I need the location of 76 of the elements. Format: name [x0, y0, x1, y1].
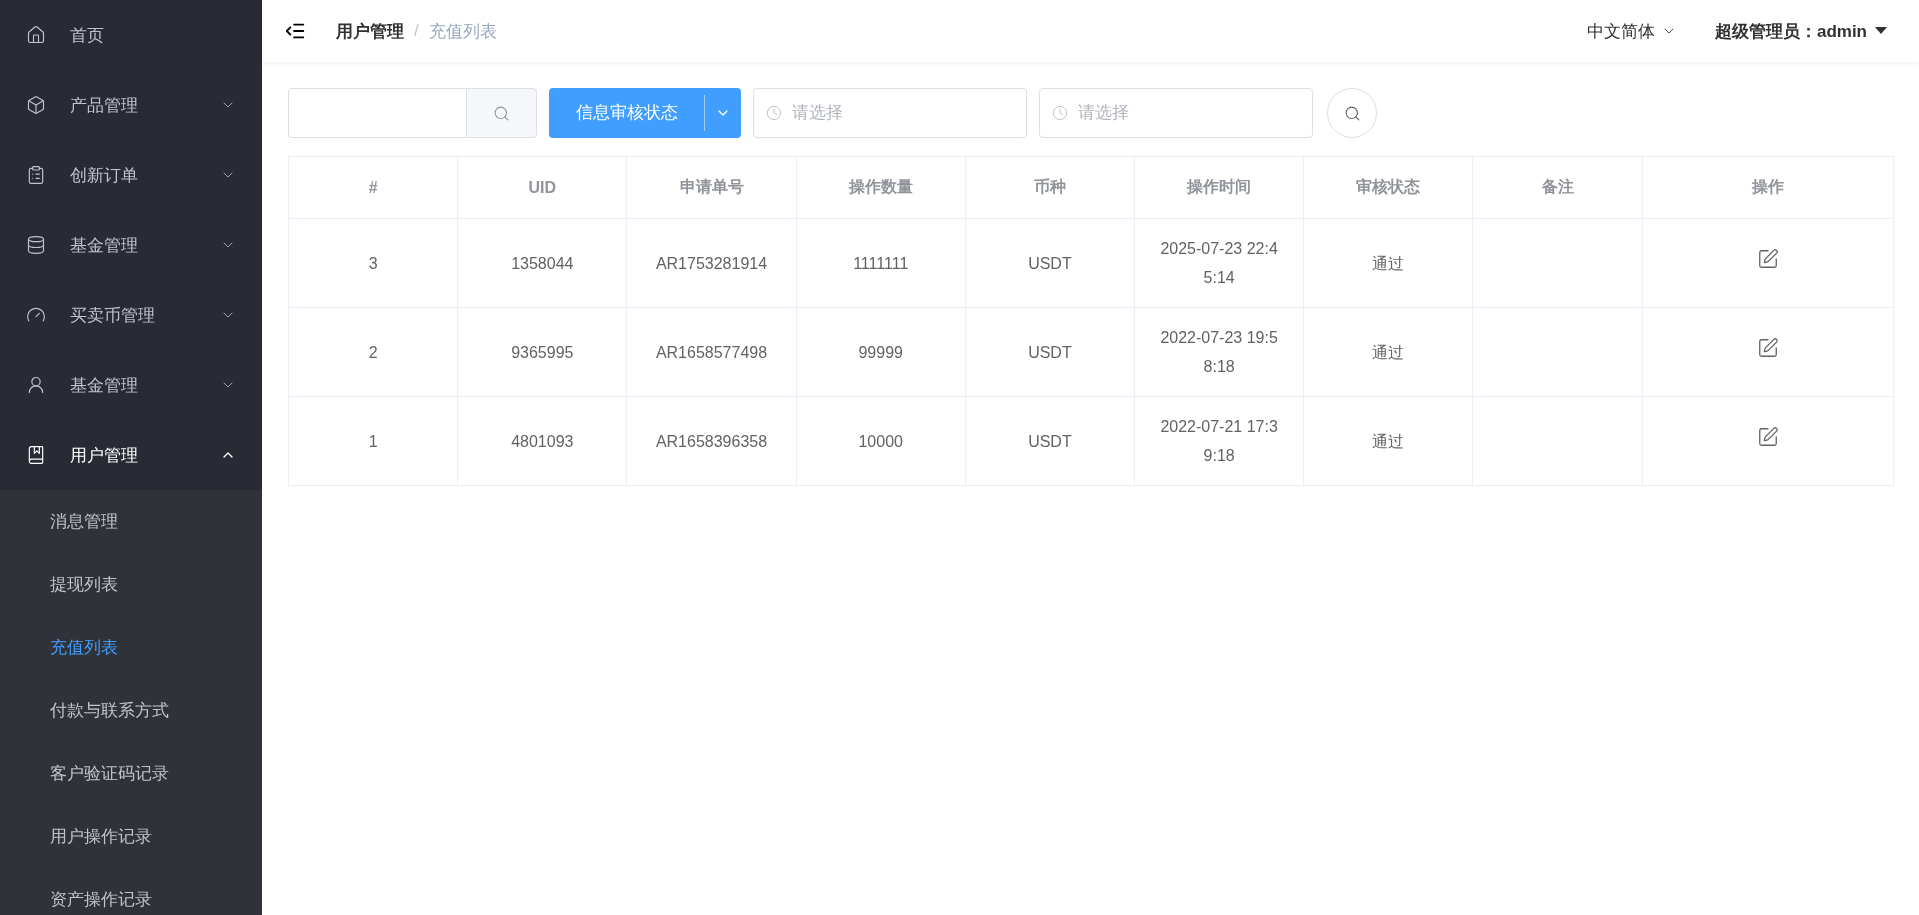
breadcrumb-item: 充值列表 [428, 20, 497, 43]
table-cell: 通过 [1303, 396, 1473, 486]
submenu-item[interactable]: 付款与联系方式 [0, 679, 262, 742]
table-cell: 99999 [796, 307, 966, 397]
menu-item[interactable]: 买卖币管理 [0, 280, 262, 350]
clock-icon [1052, 105, 1068, 121]
submenu-item[interactable]: 用户操作记录 [0, 805, 262, 868]
submenu-item[interactable]: 提现列表 [0, 553, 262, 616]
submenu-item[interactable]: 消息管理 [0, 490, 262, 553]
column-header: 备注 [1472, 156, 1643, 219]
breadcrumb-item[interactable]: 用户管理 [336, 19, 404, 43]
table-cell: 通过 [1303, 307, 1473, 397]
menu-icon [26, 235, 46, 255]
clock-icon [766, 105, 782, 121]
column-header: 操作 [1642, 156, 1894, 219]
column-header: UID [457, 156, 627, 219]
breadcrumb-separator: / [414, 21, 419, 41]
edit-button[interactable] [1756, 425, 1779, 448]
table-cell: 2022-07-21 17:39:18 [1134, 396, 1304, 486]
column-header: 审核状态 [1303, 156, 1473, 219]
search-icon [493, 104, 510, 122]
user-dropdown[interactable]: 超级管理员：admin [1708, 18, 1893, 44]
table-cell: 3 [288, 218, 458, 308]
edit-icon [1756, 336, 1779, 359]
menu-label: 基金管理 [70, 234, 139, 257]
table-cell: AR1658577498 [626, 307, 797, 397]
menu-icon [26, 375, 46, 395]
menu-label: 基金管理 [70, 374, 139, 397]
language-dropdown[interactable]: 中文简体 [1580, 18, 1683, 44]
column-header: 操作时间 [1134, 156, 1304, 219]
table-cell: USDT [965, 396, 1135, 486]
table-cell: 1111111 [796, 218, 966, 308]
menu-icon [26, 95, 46, 115]
column-header: 币种 [965, 156, 1135, 219]
table-cell: USDT [965, 307, 1135, 397]
menu-item[interactable]: 基金管理 [0, 350, 262, 420]
menu-label: 首页 [70, 24, 105, 47]
menu-item[interactable]: 首页 [0, 0, 262, 70]
submenu-item[interactable]: 客户验证码记录 [0, 742, 262, 805]
table-cell: 通过 [1303, 218, 1473, 308]
search-field[interactable] [288, 88, 466, 138]
table-cell: 2025-07-23 22:45:14 [1134, 218, 1304, 308]
table-cell: 9365995 [457, 307, 627, 397]
menu-item[interactable]: 产品管理 [0, 70, 262, 140]
search-icon [1343, 104, 1361, 122]
menu-icon [26, 25, 46, 45]
edit-icon [1756, 247, 1779, 270]
table-cell: 10000 [796, 396, 966, 486]
menu-item[interactable]: 基金管理 [0, 210, 262, 280]
menu-item[interactable]: 用户管理 [0, 420, 262, 490]
menu-label: 买卖币管理 [70, 304, 156, 327]
column-header: # [288, 156, 458, 219]
menu-label: 创新订单 [70, 164, 139, 187]
edit-icon [1756, 425, 1779, 448]
date-picker-field[interactable]: 请选择 [1039, 88, 1313, 138]
table-cell: USDT [965, 218, 1135, 308]
menu-icon [26, 445, 46, 465]
edit-button[interactable] [1756, 336, 1779, 359]
submenu-item[interactable]: 资产操作记录 [0, 868, 262, 915]
table-cell: 1 [288, 396, 458, 486]
table-cell: 2 [288, 307, 458, 397]
edit-button[interactable] [1756, 247, 1779, 270]
table-cell: AR1658396358 [626, 396, 797, 486]
menu-icon [26, 165, 46, 185]
menu-label: 产品管理 [70, 94, 139, 117]
table-cell: AR1753281914 [626, 218, 797, 308]
menu-item[interactable]: 创新订单 [0, 140, 262, 210]
column-header: 操作数量 [796, 156, 966, 219]
table-cell: 1358044 [457, 218, 627, 308]
menu-label: 用户管理 [70, 444, 139, 467]
date-picker-field[interactable]: 请选择 [753, 88, 1027, 138]
caret-down-icon [1875, 27, 1887, 35]
table-cell: 4801093 [457, 396, 627, 486]
table-cell: 2022-07-23 19:58:18 [1134, 307, 1304, 397]
column-header: 申请单号 [626, 156, 797, 219]
submenu-item[interactable]: 充值列表 [0, 616, 262, 679]
